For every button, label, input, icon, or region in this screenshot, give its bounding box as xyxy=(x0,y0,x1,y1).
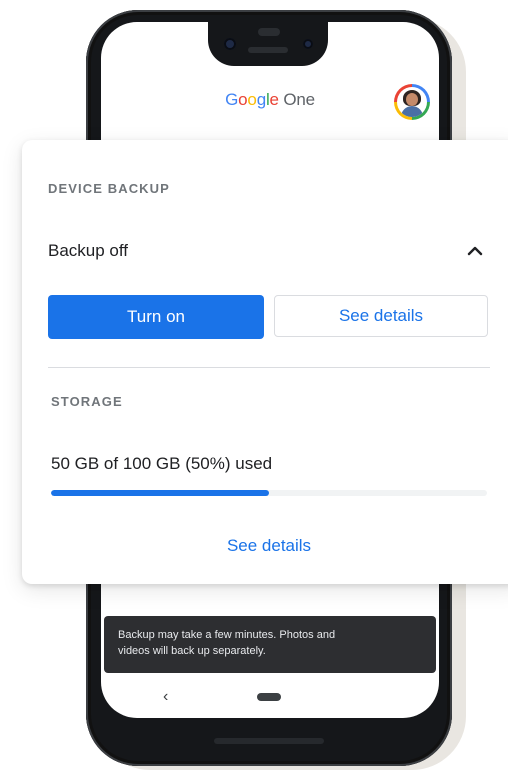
earpiece-speaker xyxy=(258,28,280,36)
turn-on-button[interactable]: Turn on xyxy=(48,295,264,339)
app-title-google: Google xyxy=(225,90,279,109)
snackbar: Backup may take a few minutes. Photos an… xyxy=(104,616,436,673)
stage: Google One DEVICE BACKUP Backup off Turn… xyxy=(0,0,508,771)
front-camera-icon xyxy=(224,38,236,50)
device-backup-heading: DEVICE BACKUP xyxy=(48,181,170,196)
avatar-photo xyxy=(397,87,427,117)
front-sensor-icon xyxy=(303,39,313,49)
backup-see-details-button[interactable]: See details xyxy=(274,295,488,337)
earpiece-grille xyxy=(248,47,288,53)
section-divider xyxy=(48,367,490,368)
storage-heading: STORAGE xyxy=(51,394,123,409)
backup-status-text: Backup off xyxy=(48,241,129,260)
storage-progress-fill xyxy=(51,490,269,496)
app-title: Google One xyxy=(200,90,340,110)
avatar[interactable] xyxy=(394,84,430,120)
backup-storage-card: DEVICE BACKUP Backup off Turn on See det… xyxy=(22,140,508,584)
chevron-up-icon[interactable] xyxy=(466,242,484,260)
storage-progress-bar xyxy=(51,490,487,496)
nav-home-icon[interactable] xyxy=(257,693,281,701)
nav-back-icon[interactable]: ‹ xyxy=(163,688,168,706)
phone-chin-speaker xyxy=(214,738,324,744)
storage-usage-text: 50 GB of 100 GB (50%) used xyxy=(51,454,273,473)
snackbar-line-2: videos will back up separately. xyxy=(118,645,266,657)
storage-see-details-link[interactable]: See details xyxy=(182,536,356,556)
snackbar-line-1: Backup may take a few minutes. Photos an… xyxy=(118,629,336,641)
app-title-one: One xyxy=(283,90,315,109)
